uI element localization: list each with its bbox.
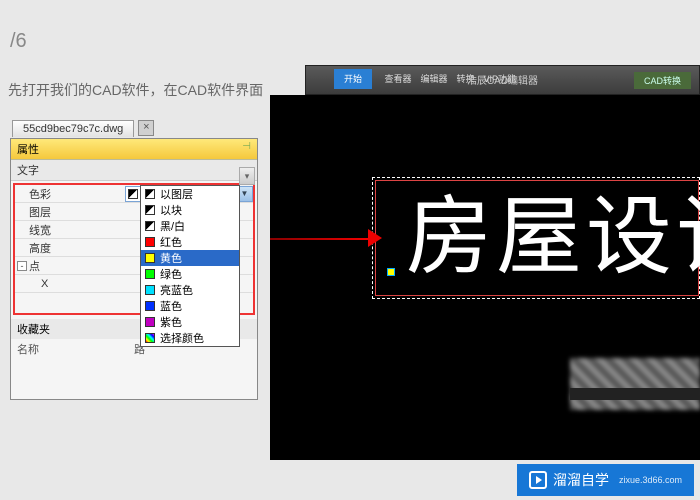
tab-close-button[interactable]: ×: [138, 120, 154, 136]
color-option-label: 黑/白: [160, 218, 185, 234]
color-swatch-icon: [145, 301, 155, 311]
color-option[interactable]: 黄色: [141, 250, 239, 266]
fav-col-name: 名称: [17, 341, 134, 357]
color-swatch-icon: [145, 285, 155, 295]
watermark-badge: 溜溜自学 zixue.3d66.com: [517, 464, 694, 496]
annotation-arrow-head: [368, 229, 382, 247]
instruction-text: 先打开我们的CAD软件，在CAD软件界面: [8, 80, 263, 100]
color-option[interactable]: 绿色: [141, 266, 239, 282]
annotation-arrow: [270, 238, 378, 240]
document-tab[interactable]: 55cd9bec79c7c.dwg: [12, 120, 134, 137]
color-dropdown-list[interactable]: 以图层以块黑/白红色黄色绿色亮蓝色蓝色紫色选择颜色: [140, 185, 240, 347]
document-tabs: 55cd9bec79c7c.dwg ×: [12, 118, 154, 138]
selection-grip[interactable]: [387, 268, 395, 276]
prop-label: 色彩: [15, 186, 125, 202]
color-swatch-icon: [145, 189, 155, 199]
color-option-label: 黄色: [160, 250, 182, 266]
drawing-canvas[interactable]: 房屋设计: [270, 95, 700, 460]
color-option-label: 选择颜色: [160, 330, 204, 346]
pin-icon[interactable]: ⊣: [242, 141, 251, 152]
color-swatch-icon: [128, 189, 138, 199]
combo-scroll-button[interactable]: ▾: [239, 167, 255, 185]
breadcrumb: /6: [0, 0, 700, 53]
text-selection-box[interactable]: 房屋设计: [372, 177, 700, 299]
color-swatch-icon: [145, 253, 155, 263]
color-swatch-icon: [145, 333, 155, 343]
color-option[interactable]: 紫色: [141, 314, 239, 330]
color-swatch-icon: [145, 221, 155, 231]
color-option[interactable]: 黑/白: [141, 218, 239, 234]
color-option-label: 亮蓝色: [160, 282, 193, 298]
app-title: 浩辰CAD编辑器: [467, 72, 538, 87]
color-option[interactable]: 以块: [141, 202, 239, 218]
panel-title: 属性⊣: [11, 139, 257, 160]
color-swatch-icon: [145, 205, 155, 215]
color-option-label: 绿色: [160, 266, 182, 282]
color-option[interactable]: 蓝色: [141, 298, 239, 314]
play-icon: [529, 471, 547, 489]
color-option[interactable]: 红色: [141, 234, 239, 250]
color-option[interactable]: 选择颜色: [141, 330, 239, 346]
app-ribbon: 开始 查看器 编辑器 转换 VIP功能 浩辰CAD编辑器 CAD转换: [305, 65, 700, 95]
color-option-label: 以块: [160, 202, 182, 218]
color-swatch-icon: [145, 237, 155, 247]
color-option-label: 蓝色: [160, 298, 182, 314]
color-swatch-icon: [145, 317, 155, 327]
color-option-label: 紫色: [160, 314, 182, 330]
ribbon-convert-button[interactable]: CAD转换: [634, 72, 691, 89]
color-option-label: 以图层: [160, 186, 193, 202]
status-region: [570, 388, 700, 400]
color-option[interactable]: 以图层: [141, 186, 239, 202]
watermark-brand: 溜溜自学: [553, 470, 609, 490]
color-swatch-icon: [145, 269, 155, 279]
blurred-region: [570, 358, 700, 410]
category-text[interactable]: 文字: [11, 160, 257, 181]
color-option-label: 红色: [160, 234, 182, 250]
color-option[interactable]: 亮蓝色: [141, 282, 239, 298]
ribbon-start-tab[interactable]: 开始: [334, 69, 372, 89]
tree-collapse-icon[interactable]: -: [17, 261, 27, 271]
watermark-url: zixue.3d66.com: [619, 475, 682, 485]
canvas-text-object[interactable]: 房屋设计: [376, 181, 698, 293]
